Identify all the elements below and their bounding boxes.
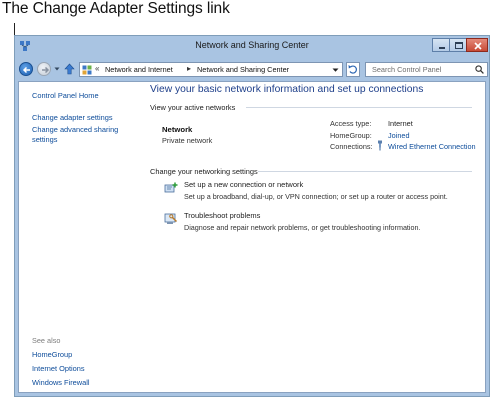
close-icon xyxy=(474,42,482,50)
navigation-bar: « Network and Internet ▸ Network and Sha… xyxy=(15,58,489,80)
breadcrumb-network-and-sharing-center[interactable]: Network and Sharing Center xyxy=(197,65,289,74)
recent-pages-chevron-icon[interactable] xyxy=(54,66,60,72)
ethernet-icon xyxy=(378,140,382,151)
troubleshoot-problems-description: Diagnose and repair network problems, or… xyxy=(184,223,421,232)
search-placeholder: Search Control Panel xyxy=(372,65,442,74)
see-also-heading: See also xyxy=(32,336,61,345)
close-button[interactable] xyxy=(466,38,488,52)
page-title: View your basic network information and … xyxy=(150,84,424,95)
refresh-button[interactable] xyxy=(346,62,360,77)
networking-settings-heading: Change your networking settings xyxy=(150,167,258,176)
access-type-label: Access type: xyxy=(330,119,372,128)
sidebar-item-change-adapter-settings[interactable]: Change adapter settings xyxy=(32,113,113,123)
minimize-button[interactable] xyxy=(432,38,450,52)
network-type: Private network xyxy=(162,136,213,145)
troubleshoot-problems-link[interactable]: Troubleshoot problems xyxy=(184,211,260,220)
sidebar-item-homegroup[interactable]: HomeGroup xyxy=(32,350,72,360)
homegroup-joined-link[interactable]: Joined xyxy=(388,131,410,140)
breadcrumb-network-and-internet[interactable]: Network and Internet xyxy=(105,65,173,74)
setup-new-connection-link[interactable]: Set up a new connection or network xyxy=(184,180,303,189)
new-connection-icon[interactable] xyxy=(164,182,178,194)
wired-ethernet-connection-link[interactable]: Wired Ethernet Connection xyxy=(388,142,476,151)
active-networks-heading: View your active networks xyxy=(150,103,236,112)
title-bar[interactable]: Network and Sharing Center xyxy=(15,36,489,58)
network-name: Network xyxy=(162,125,193,134)
address-overflow-marker[interactable]: « xyxy=(95,64,99,73)
setup-new-connection-description: Set up a broadband, dial-up, or VPN conn… xyxy=(184,192,448,201)
troubleshoot-icon[interactable] xyxy=(164,213,178,225)
control-panel-window: Network and Sharing Center « Network and… xyxy=(14,35,490,397)
networking-settings-divider xyxy=(258,171,472,172)
homegroup-label: HomeGroup: xyxy=(330,131,372,140)
sidebar-item-control-panel-home[interactable]: Control Panel Home xyxy=(32,91,99,101)
back-arrow-icon xyxy=(22,66,30,74)
maximize-button[interactable] xyxy=(449,38,467,52)
search-input[interactable]: Search Control Panel xyxy=(365,62,488,77)
up-arrow-icon[interactable] xyxy=(64,63,75,75)
content-pane: Control Panel Home Change adapter settin… xyxy=(18,81,486,393)
active-networks-divider xyxy=(246,107,472,108)
control-panel-icon xyxy=(82,65,92,75)
refresh-icon xyxy=(348,65,357,74)
breadcrumb-separator[interactable]: ▸ xyxy=(187,64,191,73)
window-title: Network and Sharing Center xyxy=(195,40,309,50)
search-icon[interactable] xyxy=(475,65,484,74)
access-type-value: Internet xyxy=(388,119,413,128)
back-button[interactable] xyxy=(19,62,33,76)
address-bar[interactable]: « Network and Internet ▸ Network and Sha… xyxy=(79,62,343,77)
sidebar-item-change-advanced-sharing-settings[interactable]: Change advanced sharing settings xyxy=(32,125,132,144)
callout-title: The Change Adapter Settings link xyxy=(2,0,230,17)
forward-button[interactable] xyxy=(37,62,51,76)
forward-arrow-icon xyxy=(42,66,50,74)
address-dropdown-chevron-icon[interactable] xyxy=(332,67,339,73)
sidebar-item-internet-options[interactable]: Internet Options xyxy=(32,364,85,374)
connections-label: Connections: xyxy=(330,142,373,151)
sidebar-item-windows-firewall[interactable]: Windows Firewall xyxy=(32,378,90,388)
